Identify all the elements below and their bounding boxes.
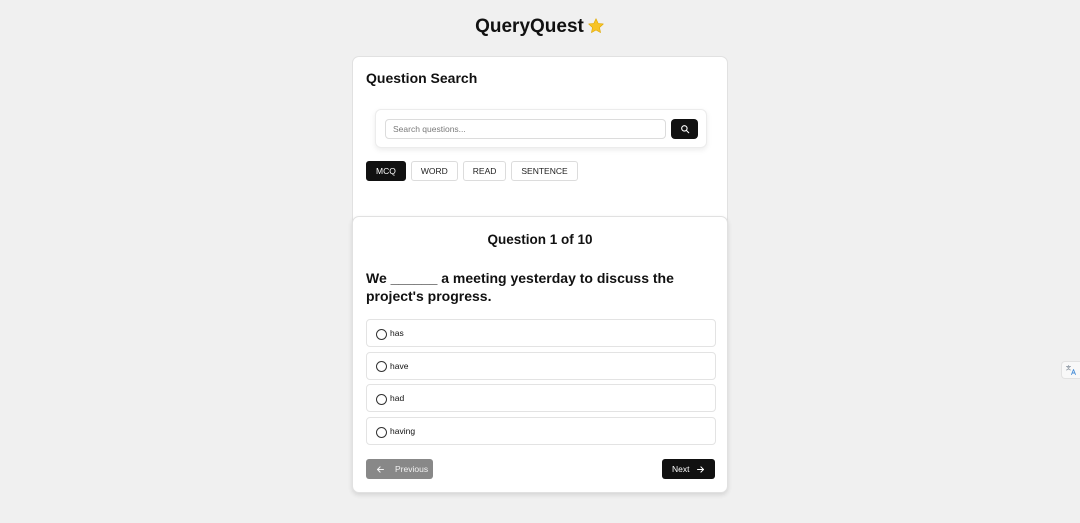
filter-read-button[interactable]: READ (462, 161, 507, 181)
answer-options: has have had having (366, 319, 716, 450)
search-heading: Question Search (366, 70, 478, 86)
filter-sentence-button[interactable]: SENTENCE (511, 161, 578, 181)
arrow-right-icon (696, 465, 705, 474)
filter-mcq-button[interactable]: MCQ (366, 161, 406, 181)
answer-option-had[interactable]: had (366, 384, 716, 413)
app-title-text: QueryQuest (475, 16, 584, 37)
next-label: Next (672, 464, 690, 474)
question-card: Question 1 of 10 We ______ a meeting yes… (352, 216, 728, 493)
option-label: having (390, 426, 416, 437)
option-label: have (390, 360, 409, 371)
question-text: We ______ a meeting yesterday to discuss… (366, 270, 674, 304)
translate-widget-button[interactable] (1061, 361, 1080, 379)
answer-option-has[interactable]: has (366, 319, 716, 347)
search-input[interactable] (385, 119, 666, 139)
answer-option-having[interactable]: having (366, 417, 716, 446)
previous-button[interactable]: Previous (366, 459, 433, 479)
answer-option-have[interactable]: have (366, 351, 716, 380)
radio-button[interactable] (376, 361, 387, 373)
star-icon (587, 17, 605, 43)
app-title: QueryQuest (0, 14, 1080, 43)
next-button[interactable]: Next (662, 459, 715, 479)
search-icon (680, 124, 690, 134)
arrow-left-icon (376, 465, 385, 474)
translate-icon (1065, 364, 1077, 376)
search-card: Question Search MCQ WORD READ SENTENCE (352, 56, 728, 236)
previous-label: Previous (395, 464, 429, 474)
option-label: has (390, 328, 404, 338)
question-type-filters: MCQ WORD READ SENTENCE (366, 161, 578, 181)
radio-button[interactable] (376, 328, 387, 340)
search-bar (375, 109, 707, 148)
radio-button[interactable] (376, 426, 387, 438)
filter-word-button[interactable]: WORD (410, 161, 458, 181)
option-label: had (390, 393, 405, 404)
search-button[interactable] (671, 119, 698, 139)
radio-button[interactable] (376, 393, 387, 405)
question-counter: Question 1 of 10 (487, 232, 593, 247)
